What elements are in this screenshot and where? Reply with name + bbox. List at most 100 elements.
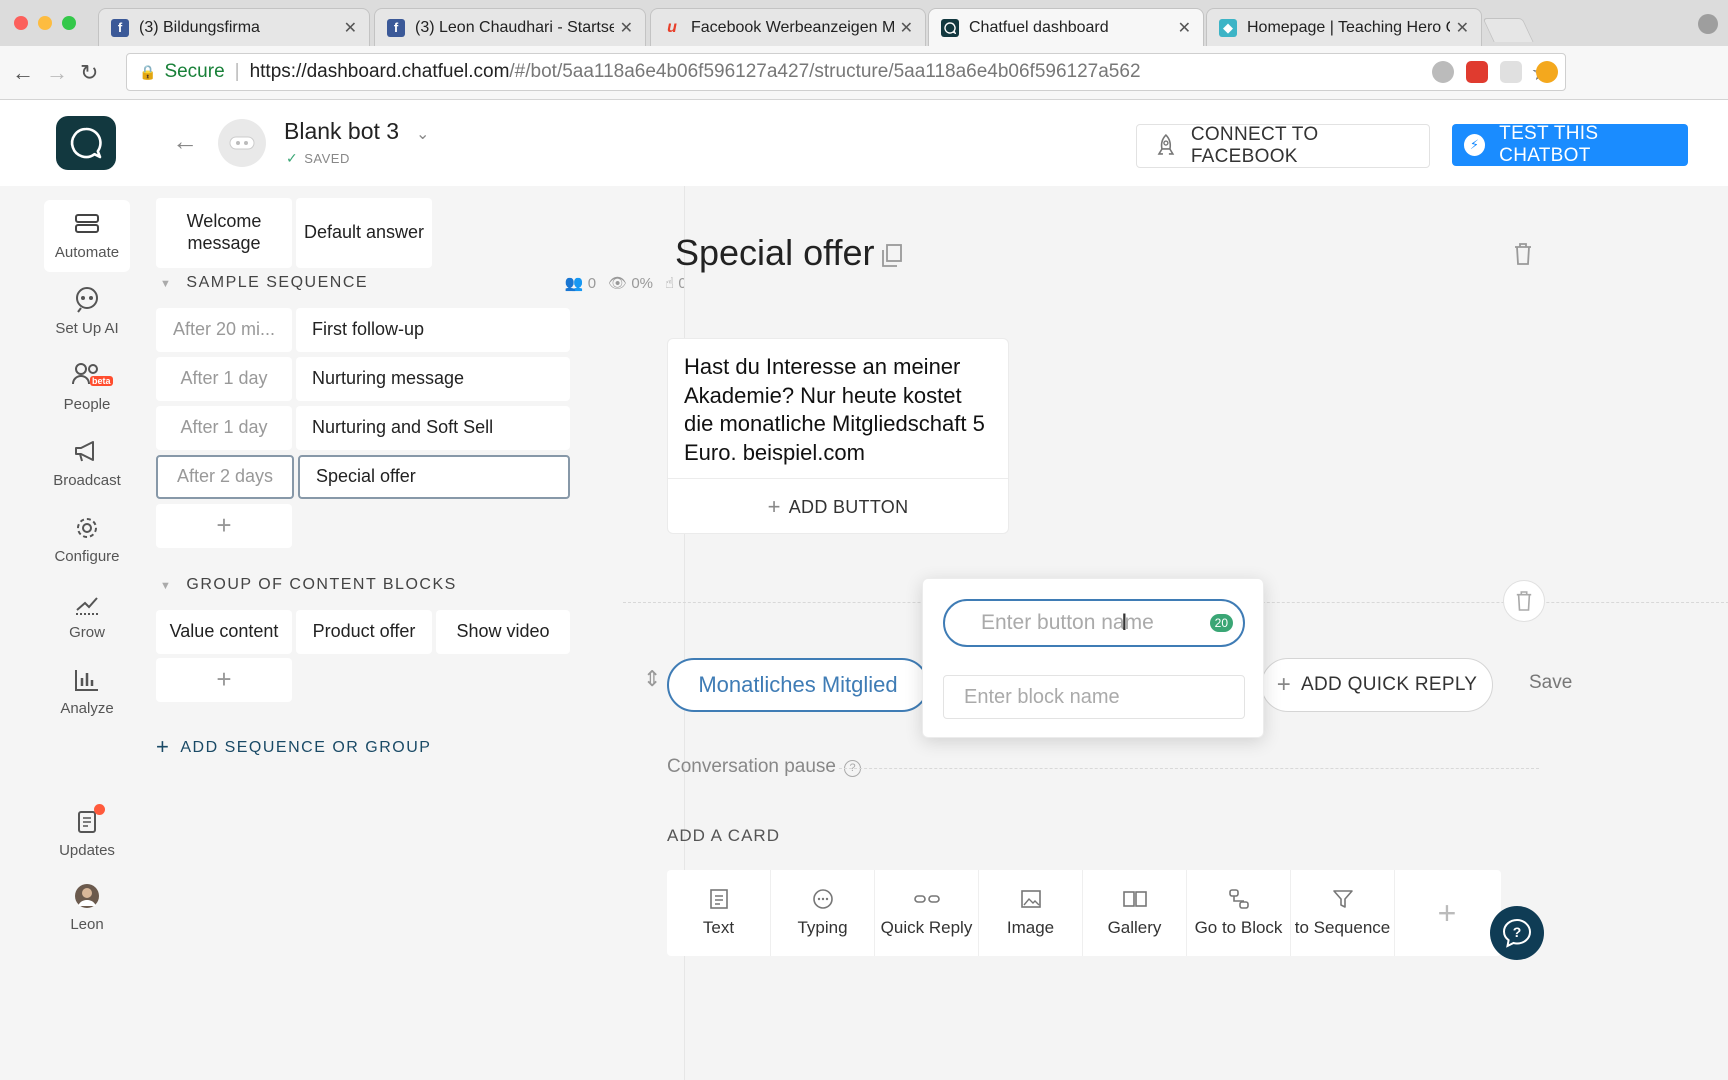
saved-status: ✓ SAVED [286, 150, 350, 167]
add-sequence-block-button[interactable]: + [156, 504, 292, 548]
bot-avatar[interactable] [218, 119, 266, 167]
button-name-input[interactable]: Enter button name I 20 [943, 599, 1245, 647]
sidebar-item-setup-ai[interactable]: Set Up AI [44, 286, 130, 337]
close-icon[interactable]: ✕ [1178, 18, 1191, 38]
card-type-gallery[interactable]: Gallery [1083, 870, 1187, 956]
card-type-label: to Sequence [1294, 918, 1391, 937]
sequence-timing[interactable]: After 1 day [156, 406, 292, 450]
delete-card-button[interactable] [1503, 580, 1545, 622]
conversation-pause[interactable]: Conversation pause? [667, 756, 861, 778]
forward-icon[interactable]: → [46, 60, 68, 86]
sequence-block[interactable]: Nurturing and Soft Sell [296, 406, 570, 450]
quick-reply-chip[interactable]: Monatliches Mitglied [667, 658, 929, 712]
hand-icon: ☝ [665, 275, 675, 292]
collapse-triangle-icon[interactable]: ▼ [160, 278, 172, 290]
sidebar-item-configure[interactable]: Configure [44, 514, 130, 565]
test-chatbot-button[interactable]: ⚡ TEST THIS CHATBOT [1452, 123, 1688, 166]
block-welcome-message[interactable]: Welcome message [156, 198, 292, 268]
close-icon[interactable]: ✕ [1456, 18, 1469, 38]
group-title[interactable]: ▼ GROUP OF CONTENT BLOCKS [160, 576, 457, 594]
card-type-typing[interactable]: Typing [771, 870, 875, 956]
collapse-triangle-icon[interactable]: ▼ [160, 580, 172, 592]
url-input[interactable]: 🔒 Secure | https://dashboard.chatfuel.co… [126, 53, 1566, 91]
plus-icon: + [767, 494, 781, 519]
minimize-window-button[interactable] [38, 16, 52, 30]
extension-m-icon[interactable] [1432, 61, 1454, 83]
sidebar-item-profile[interactable]: Leon [44, 882, 130, 933]
sequence-timing[interactable]: After 1 day [156, 357, 292, 401]
sidebar-label: Set Up AI [55, 320, 119, 337]
group-block[interactable]: Show video [436, 610, 570, 654]
close-icon[interactable]: ✕ [344, 18, 357, 38]
chevron-down-icon[interactable]: ⌄ [416, 124, 429, 144]
card-type-text[interactable]: Text [667, 870, 771, 956]
ai-icon [76, 287, 98, 313]
messenger-icon: ⚡ [1464, 134, 1486, 156]
sequence-block[interactable]: First follow-up [296, 308, 570, 352]
browser-tab[interactable]: u Facebook Werbeanzeigen Meist ✕ [650, 8, 926, 46]
maximize-window-button[interactable] [62, 16, 76, 30]
sidebar-item-automate[interactable]: Automate [44, 200, 130, 272]
plus-icon: + [1276, 671, 1292, 698]
help-chat-button[interactable]: ? [1490, 906, 1544, 960]
block-title[interactable]: Special offer [675, 232, 874, 274]
card-type-quick-reply[interactable]: Quick Reply [875, 870, 979, 956]
text-card[interactable]: Hast du Interesse an meiner Akademie? Nu… [667, 338, 1009, 534]
sidebar-item-broadcast[interactable]: Broadcast [44, 438, 130, 489]
sequence-timing-selected[interactable]: After 2 days [156, 455, 294, 499]
extension-video-icon[interactable] [1466, 61, 1488, 83]
open-rate-stat: 👁 0% [608, 274, 653, 292]
card-type-image[interactable]: Image [979, 870, 1083, 956]
notification-dot [94, 804, 105, 815]
block-default-answer[interactable]: Default answer [296, 198, 432, 268]
sidebar-item-grow[interactable]: Grow [44, 590, 130, 641]
save-link[interactable]: Save [1529, 672, 1572, 694]
back-arrow-icon[interactable]: ← [172, 126, 198, 157]
block-name-input[interactable]: Enter block name [943, 675, 1245, 719]
connect-to-facebook-button[interactable]: CONNECT TO FACEBOOK [1136, 124, 1430, 168]
card-type-more[interactable]: + [1395, 870, 1499, 956]
sidebar-item-analyze[interactable]: Analyze [44, 666, 130, 717]
extension-alert-icon[interactable] [1536, 61, 1558, 83]
new-tab-button[interactable] [1482, 18, 1534, 42]
sidebar-item-updates[interactable]: Updates [44, 804, 130, 859]
gallery-icon [1122, 891, 1147, 907]
add-button-button[interactable]: + ADD BUTTON [668, 479, 1008, 535]
back-icon[interactable]: ← [12, 60, 34, 86]
sequence-timing[interactable]: After 20 mi... [156, 308, 292, 352]
separator: | [234, 61, 240, 82]
browser-tab[interactable]: f (3) Leon Chaudhari - Startseite ✕ [374, 8, 646, 46]
add-sequence-label: ADD SEQUENCE OR GROUP [180, 739, 432, 756]
drag-handle-icon[interactable]: ⇕ [643, 666, 661, 692]
browser-tab-active[interactable]: Chatfuel dashboard ✕ [928, 8, 1204, 46]
sidebar-item-people[interactable]: beta People [44, 362, 130, 413]
bot-name[interactable]: Blank bot 3 [284, 118, 399, 145]
sequence-block[interactable]: Nurturing message [296, 357, 570, 401]
tab-title: (3) Bildungsfirma [139, 18, 260, 36]
trash-icon[interactable] [1513, 242, 1533, 266]
add-group-block-button[interactable]: + [156, 658, 292, 702]
sequence-block-selected[interactable]: Special offer [298, 455, 570, 499]
browser-tab-bar: f (3) Bildungsfirma ✕ f (3) Leon Chaudha… [0, 0, 1728, 46]
sidebar-label: Configure [54, 548, 120, 565]
close-window-button[interactable] [14, 16, 28, 30]
browser-tab[interactable]: f (3) Bildungsfirma ✕ [98, 8, 370, 46]
card-type-go-to-block[interactable]: Go to Block [1187, 870, 1291, 956]
browser-tab[interactable]: ◆ Homepage | Teaching Hero Co ✕ [1206, 8, 1482, 46]
close-icon[interactable]: ✕ [620, 18, 633, 38]
profile-icon[interactable] [1698, 14, 1718, 34]
chatfuel-logo-icon[interactable] [56, 116, 116, 170]
sequence-title[interactable]: ▼ SAMPLE SEQUENCE [160, 274, 368, 292]
text-card-message[interactable]: Hast du Interesse an meiner Akademie? Nu… [668, 339, 1008, 479]
add-quick-reply-button[interactable]: + ADD QUICK REPLY [1261, 658, 1493, 712]
reload-icon[interactable]: ↻ [80, 60, 98, 86]
rocket-icon [1157, 133, 1175, 155]
add-sequence-or-group-button[interactable]: + ADD SEQUENCE OR GROUP [156, 734, 431, 760]
group-block[interactable]: Product offer [296, 610, 432, 654]
copy-icon[interactable] [881, 244, 903, 268]
close-icon[interactable]: ✕ [900, 18, 913, 38]
extension-icon[interactable] [1500, 61, 1522, 83]
conversation-pause-label: Conversation pause [667, 756, 836, 777]
group-block[interactable]: Value content [156, 610, 292, 654]
card-type-to-sequence[interactable]: to Sequence [1291, 870, 1395, 956]
